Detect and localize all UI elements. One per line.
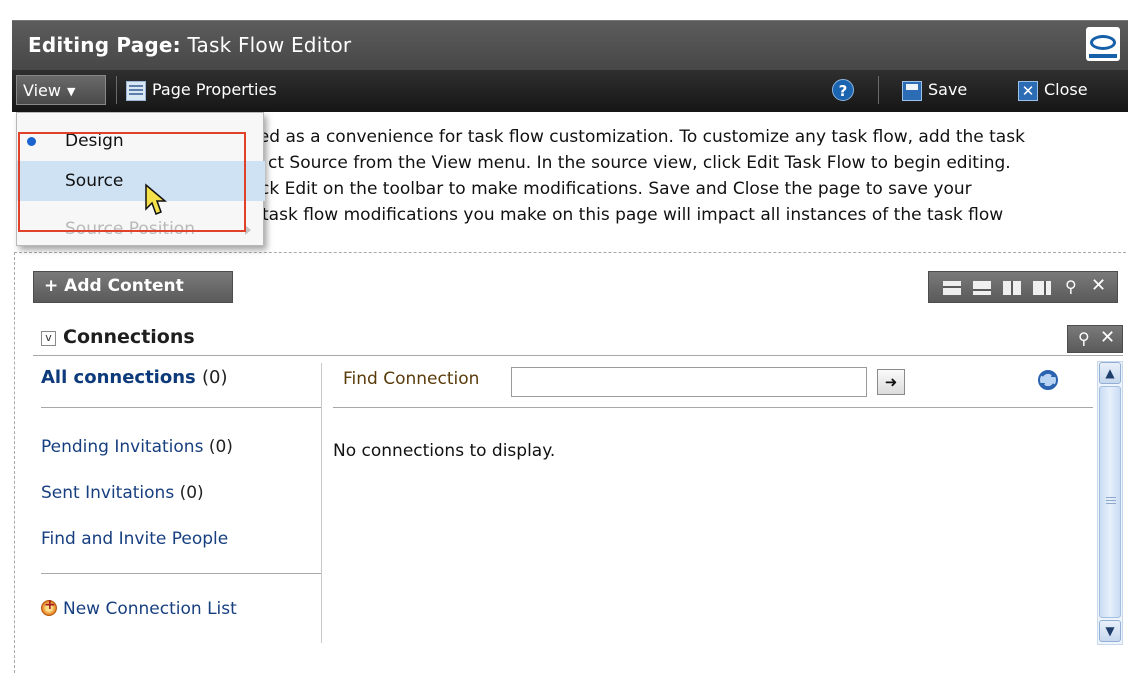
find-connection-input[interactable] [511, 367, 867, 397]
help-icon: ? [832, 79, 854, 101]
arrow-right-icon[interactable]: ➜ [877, 369, 905, 395]
layout-two-row-icon[interactable] [973, 281, 991, 295]
mouse-cursor-icon [145, 183, 168, 215]
all-connections-link[interactable]: All connections (0) [41, 367, 228, 388]
toolbar-separator [878, 76, 879, 104]
find-connection-label: Find Connection [343, 369, 480, 389]
chevron-down-icon: ▼ [66, 85, 76, 98]
highlight-box [18, 132, 246, 232]
add-list-icon [41, 597, 57, 616]
sent-invitations-link[interactable]: Sent Invitations (0) [41, 483, 204, 503]
empty-message: No connections to display. [333, 441, 556, 461]
scroll-up-icon[interactable]: ▲ [1099, 362, 1121, 384]
sent-invitations-label: Sent Invitations [41, 483, 175, 503]
layout-one-column-icon[interactable] [943, 281, 961, 295]
close-icon: ✕ [1018, 80, 1038, 101]
toolbar: View ▼ Page Properties ? Save ✕ Close [12, 70, 1128, 112]
layout-tools: ⚲ ✕ [928, 271, 1118, 303]
connections-main: Find Connection ➜ No connections to disp… [333, 363, 1093, 643]
toolbar-separator [116, 76, 117, 104]
page: Editing Page: Task Flow Editor View ▼ Pag… [0, 0, 1140, 673]
collapse-icon[interactable]: v [41, 331, 56, 346]
layout-sidebar-icon[interactable] [1033, 281, 1051, 295]
content-region: + Add Content ⚲ ✕ v Connections ⚲ ✕ All … [14, 252, 1126, 673]
divider [41, 407, 321, 408]
layout-two-column-icon[interactable] [1003, 281, 1021, 295]
all-connections-label: All connections [41, 367, 196, 388]
connections-tools: ⚲ ✕ [1067, 325, 1123, 353]
view-button-label: View [23, 81, 61, 100]
pending-invitations-count: (0) [208, 437, 233, 457]
wrench-icon[interactable]: ⚲ [1078, 329, 1090, 348]
refresh-icon[interactable] [1035, 367, 1061, 393]
view-menu-button[interactable]: View ▼ [16, 75, 106, 105]
page-properties-icon [126, 80, 146, 101]
pending-invitations-link[interactable]: Pending Invitations (0) [41, 437, 233, 457]
title-page-name: Task Flow Editor [187, 33, 352, 57]
new-connection-list-link[interactable]: New Connection List [41, 597, 237, 619]
oracle-logo-icon [1086, 27, 1120, 61]
connections-header: v Connections ⚲ ✕ [33, 323, 1123, 353]
close-icon[interactable]: ✕ [1091, 275, 1106, 296]
connections-title: Connections [63, 326, 195, 348]
page-properties-label: Page Properties [152, 80, 277, 99]
help-button[interactable]: ? [832, 79, 860, 101]
wrench-icon[interactable]: ⚲ [1065, 277, 1077, 296]
page-title: Editing Page: Task Flow Editor [28, 33, 351, 57]
divider [333, 407, 1093, 408]
save-icon [902, 80, 922, 101]
scrollbar-thumb[interactable] [1099, 386, 1121, 618]
save-button[interactable]: Save [902, 80, 967, 101]
close-button[interactable]: ✕ Close [1018, 80, 1088, 101]
connections-nav: All connections (0) Pending Invitations … [41, 363, 323, 643]
close-icon[interactable]: ✕ [1100, 327, 1115, 348]
save-label: Save [928, 80, 968, 99]
title-bar: Editing Page: Task Flow Editor [12, 20, 1128, 70]
divider [33, 355, 1123, 356]
new-connection-list-label: New Connection List [63, 599, 237, 619]
vertical-scrollbar[interactable]: ▲ ▼ [1097, 361, 1123, 645]
close-label: Close [1044, 80, 1088, 99]
scroll-down-icon[interactable]: ▼ [1099, 620, 1121, 642]
panel-splitter [321, 363, 322, 643]
sent-invitations-count: (0) [179, 483, 204, 503]
find-invite-people-link[interactable]: Find and Invite People [41, 529, 228, 549]
all-connections-count: (0) [202, 367, 228, 388]
title-prefix: Editing Page: [28, 33, 181, 57]
divider [41, 573, 321, 574]
add-content-button[interactable]: + Add Content [33, 271, 233, 303]
page-properties-button[interactable]: Page Properties [126, 80, 277, 101]
pending-invitations-label: Pending Invitations [41, 437, 204, 457]
